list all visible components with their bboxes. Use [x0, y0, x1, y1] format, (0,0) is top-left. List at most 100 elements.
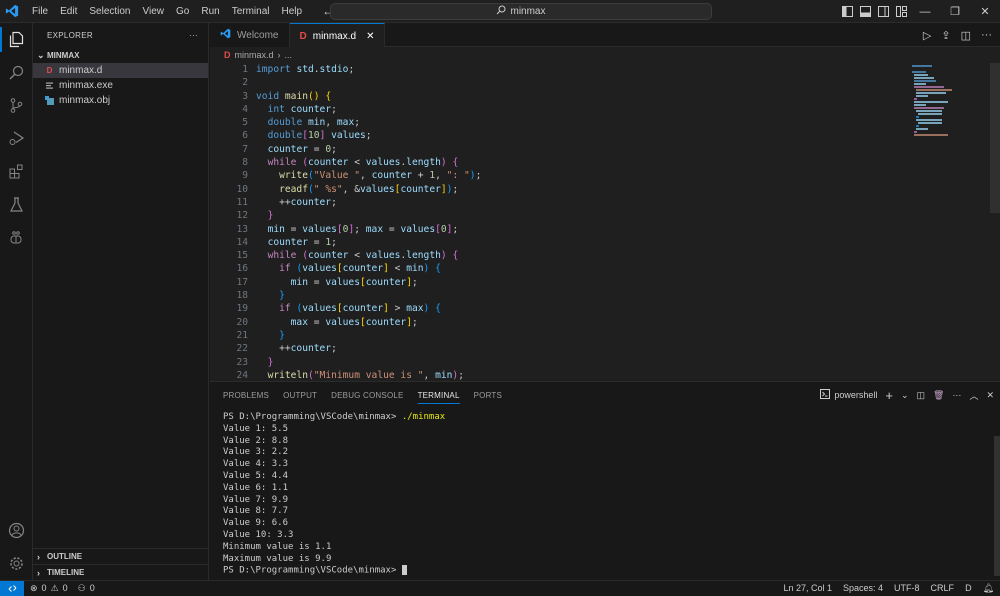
terminal-line: Value 8: 7.7 — [223, 506, 289, 517]
dub-packages-icon[interactable] — [0, 221, 33, 254]
chevron-down-icon[interactable]: ⌄ — [901, 390, 909, 401]
search-view-icon[interactable] — [0, 56, 33, 89]
indentation[interactable]: Spaces: 4 — [843, 583, 883, 593]
code-line: 10 readf(" %s", &values[counter]); — [210, 183, 481, 196]
language-mode[interactable]: D — [965, 583, 972, 593]
tab-label: Welcome — [237, 29, 279, 41]
status-bar: ⊗ 0 ⚠ 0 ⚇ 0 Ln 27, Col 1 Spaces: 4 UTF-8… — [0, 580, 1000, 596]
minimap[interactable] — [910, 63, 990, 381]
line-number: 2 — [242, 77, 248, 89]
close-window-icon[interactable]: ✕ — [970, 0, 1000, 23]
manage-gear-icon[interactable] — [0, 547, 33, 580]
line-source: } — [279, 290, 285, 302]
open-changes-icon[interactable]: ⇪ — [941, 29, 950, 42]
code-line: 11 ++counter; — [210, 196, 481, 209]
line-source: if (values[counter] > max) { — [279, 303, 441, 315]
cursor-position[interactable]: Ln 27, Col 1 — [783, 583, 832, 593]
source-control-icon[interactable] — [0, 89, 33, 122]
line-source: counter = 1; — [267, 236, 337, 248]
warning-icon: ⚠ — [50, 582, 59, 593]
trash-icon[interactable]: 🗑 — [933, 390, 944, 401]
new-terminal-plus-icon[interactable]: + — [885, 388, 893, 403]
outline-section[interactable]: › OUTLINE — [33, 548, 209, 564]
breadcrumb-file[interactable]: minmax.d — [235, 50, 274, 60]
menu-selection[interactable]: Selection — [83, 0, 136, 23]
code-line: 17 min = values[counter]; — [210, 276, 481, 289]
terminal-scrollbar[interactable] — [994, 436, 1000, 576]
toggle-secondary-sidebar-icon[interactable] — [874, 0, 892, 23]
toggle-panel-icon[interactable] — [856, 0, 874, 23]
menu-run[interactable]: Run — [195, 0, 225, 23]
menu-edit[interactable]: Edit — [54, 0, 83, 23]
menu-help[interactable]: Help — [276, 0, 309, 23]
more-actions-icon[interactable]: ··· — [981, 29, 992, 41]
terminal-shell-name: powershell — [834, 390, 878, 400]
minimize-icon[interactable]: — — [910, 0, 940, 23]
restore-icon[interactable]: ❐ — [940, 0, 970, 23]
line-source: } — [279, 329, 285, 341]
code-line: 13 min = values[0]; max = values[0]; — [210, 223, 481, 236]
remote-indicator-icon[interactable] — [0, 580, 24, 596]
menu-go[interactable]: Go — [170, 0, 195, 23]
editor-scrollbar[interactable] — [990, 63, 1000, 213]
code-editor[interactable]: 1 import std.stdio; 2 3 void main() { 4 in… — [210, 63, 1000, 381]
chevron-right-icon: › — [37, 551, 40, 562]
tab-minmax-d[interactable]: D minmax.d ✕ — [289, 23, 386, 48]
line-number: 20 — [236, 316, 248, 328]
breadcrumb-symbols[interactable]: ... — [285, 50, 293, 60]
run-debug-icon[interactable] — [0, 122, 33, 155]
split-editor-icon[interactable]: ◫ — [961, 29, 971, 42]
line-source: while (counter < values.length) { — [267, 157, 459, 169]
terminal-profile[interactable]: powershell — [820, 389, 877, 401]
terminal-icon — [820, 389, 831, 401]
menu-terminal[interactable]: Terminal — [226, 0, 276, 23]
code-line: 18 } — [210, 289, 481, 302]
binary-file-icon — [45, 81, 54, 90]
close-panel-icon[interactable]: ✕ — [986, 390, 994, 401]
file-item-minmax-obj[interactable]: minmax.obj — [33, 93, 208, 108]
more-actions-icon[interactable]: ··· — [952, 390, 961, 400]
command-center-search[interactable]: minmax — [330, 3, 712, 20]
terminal-cursor — [401, 565, 407, 576]
problems-status[interactable]: ⊗ 0 ⚠ 0 ⚇ 0 — [30, 583, 95, 594]
code-line: 20 max = values[counter]; — [210, 316, 481, 329]
tab-debug-console[interactable]: DEBUG CONSOLE — [324, 382, 410, 408]
tab-problems[interactable]: PROBLEMS — [216, 382, 276, 408]
code-line: 8 while (counter < values.length) { — [210, 156, 481, 169]
timeline-section[interactable]: › TIMELINE — [33, 564, 209, 580]
tab-terminal[interactable]: TERMINAL — [411, 382, 467, 408]
line-source: double[10] values; — [267, 130, 372, 142]
run-file-icon[interactable]: ▷ — [923, 29, 931, 42]
tab-ports[interactable]: PORTS — [467, 382, 509, 408]
ports-icon: ⚇ — [77, 582, 86, 593]
folder-header[interactable]: ⌄ MINMAX — [33, 47, 208, 63]
line-number: 10 — [236, 183, 248, 195]
search-text: minmax — [510, 6, 546, 17]
sidebar-title: EXPLORER — [47, 30, 93, 40]
menu-file[interactable]: File — [26, 0, 54, 23]
split-terminal-icon[interactable]: ◫ — [916, 390, 925, 401]
line-number: 1 — [242, 64, 248, 75]
line-source: counter = 0; — [267, 143, 337, 155]
customize-layout-icon[interactable] — [892, 0, 910, 23]
end-of-line[interactable]: CRLF — [931, 583, 955, 593]
toggle-primary-sidebar-icon[interactable] — [838, 0, 856, 23]
line-source: while (counter < values.length) { — [267, 250, 459, 262]
more-actions-icon[interactable]: ··· — [189, 31, 198, 40]
testing-icon[interactable] — [0, 188, 33, 221]
menu-view[interactable]: View — [137, 0, 171, 23]
tab-welcome[interactable]: Welcome — [210, 23, 290, 47]
file-item-minmax-exe[interactable]: minmax.exe — [33, 78, 208, 93]
extensions-icon[interactable] — [0, 155, 33, 188]
close-tab-icon[interactable]: ✕ — [366, 31, 374, 42]
notifications-bell-icon[interactable]: 🔔︎ — [983, 583, 994, 594]
encoding[interactable]: UTF-8 — [894, 583, 920, 593]
line-source: ++counter; — [256, 343, 337, 355]
tab-output[interactable]: OUTPUT — [276, 382, 324, 408]
vscode-logo-icon — [0, 0, 24, 23]
explorer-icon[interactable] — [0, 23, 33, 56]
terminal-output[interactable]: PS D:\Programming\VSCode\minmax> ./minma… — [223, 412, 445, 577]
accounts-icon[interactable] — [0, 514, 33, 547]
maximize-panel-icon[interactable]: ︿ — [969, 389, 978, 402]
file-item-minmax-d[interactable]: D minmax.d — [33, 63, 208, 78]
